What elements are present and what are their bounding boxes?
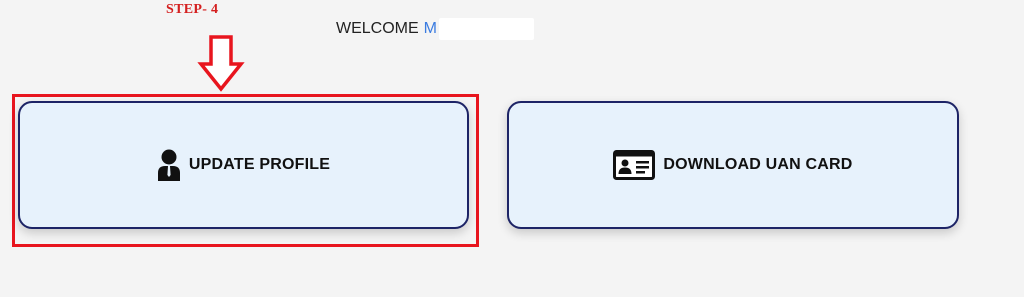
download-uan-card-label: DOWNLOAD UAN CARD (663, 156, 853, 173)
update-profile-label: UPDATE PROFILE (188, 156, 331, 173)
user-icon (157, 149, 181, 181)
redacted-name-mask (439, 18, 534, 40)
download-uan-card-button[interactable]: DOWNLOAD UAN CARD (507, 101, 959, 229)
down-arrow-annotation (197, 35, 245, 92)
welcome-message: WELCOME M (336, 18, 534, 40)
welcome-text: WELCOME (336, 20, 419, 37)
user-name: M (423, 20, 437, 37)
update-profile-button[interactable]: UPDATE PROFILE (18, 101, 469, 229)
step-annotation-label: STEP- 4 (166, 2, 219, 17)
id-card-icon (613, 150, 656, 180)
